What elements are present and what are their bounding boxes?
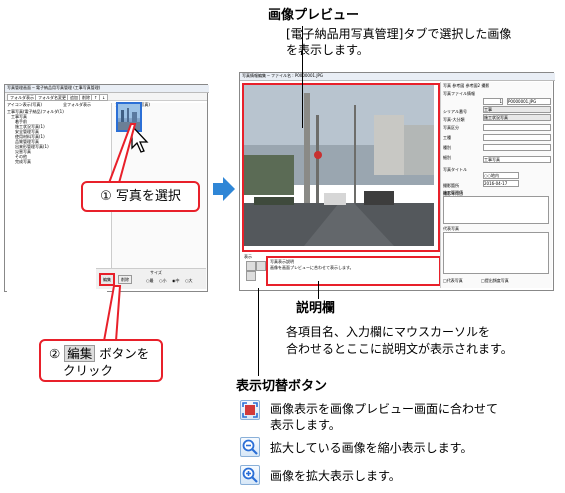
extra-textarea[interactable] [443, 232, 549, 274]
form-section-label: 写真ファイル情報 [443, 91, 475, 96]
date-field[interactable]: 2016-04-17 [483, 180, 519, 187]
step-number: ① [100, 189, 112, 204]
callout-select-photo: ① 写真を選択 [81, 181, 200, 212]
description-title: 写真表示説明 [270, 259, 294, 264]
tab-reference-2[interactable]: 参考図2 [466, 83, 481, 88]
view-toggle-buttons: 表示 [244, 254, 266, 281]
edit-button-label: 編集 [64, 345, 96, 362]
tree-item[interactable]: 完成写真 [7, 159, 107, 164]
detail-field[interactable] [483, 144, 551, 151]
zoom-in-icon [240, 465, 260, 485]
description-heading: 説明欄 [296, 301, 336, 316]
photo-title-field[interactable]: 工事写真 [483, 156, 551, 163]
preview-description-line2: を表示します。 [286, 43, 369, 57]
zoom-out-text: 拡大している画像を縮小表示します。 [270, 441, 473, 455]
zoom-in-icon[interactable] [246, 271, 256, 281]
move-down-button[interactable]: ↓ [99, 94, 109, 101]
remarks-textarea[interactable] [443, 196, 549, 224]
zoom-out-icon[interactable] [256, 261, 266, 271]
kind-field[interactable] [483, 134, 551, 141]
form-tabs: 写真 参考図 参考図2 撮影 [443, 83, 489, 88]
size-label: サイズ [150, 270, 162, 275]
form-row: 撮影箇所 ○○地内 [443, 172, 551, 188]
file-name-field[interactable]: P0000001.JPG [507, 98, 551, 105]
preview-heading: 画像プレビュー [268, 8, 360, 23]
work-type-field[interactable] [483, 124, 551, 131]
location-field[interactable]: ○○地内 [483, 172, 519, 179]
size-option[interactable]: ○最 [146, 278, 154, 283]
toggle-heading: 表示切替ボタン [236, 379, 328, 394]
folder-view-tab[interactable]: フォルダ表示 [7, 94, 37, 101]
zoom-in-text: 画像を拡大表示します。 [270, 469, 401, 483]
preview-highlight [242, 83, 440, 252]
right-window: 写真情報編集 ─ ファイル名 : P0000001.JPG 表示 写真表示説明 … [239, 72, 555, 291]
size-option[interactable]: ○小 [159, 278, 167, 283]
preview-description-line1: [電子納品用写真管理]タブで選択した画像 [286, 27, 512, 41]
form-row: 細別 [443, 144, 551, 160]
fit-screen-text-line1: 画像表示を画像プレビュー画面に合わせて [270, 402, 499, 416]
form-row: 撮影年月日 2016-04-17 [443, 180, 551, 196]
representative-checkbox[interactable]: □代表写真 [443, 278, 463, 283]
view-label: 表示 [244, 254, 252, 259]
size-option[interactable]: ◉中 [172, 278, 180, 283]
tab-reference[interactable]: 参考図 [452, 83, 464, 88]
form-row: 工種 [443, 124, 551, 140]
arrow-right-icon [213, 177, 235, 201]
remarks-label: 施工管理値 [443, 190, 463, 195]
description-area: 写真表示説明 画像を画面プレビューに合わせて表示します。 [266, 256, 441, 286]
step-text: ボタンを [99, 346, 150, 361]
right-window-title: 写真情報編集 ─ ファイル名 : P0000001.JPG [240, 73, 555, 81]
tab-shooting[interactable]: 撮影 [481, 83, 489, 88]
left-toolbar: フォルダ表示 フォルダ名変更 追加 削除 ↑ ↓ [5, 93, 207, 101]
zoom-out-icon [240, 437, 260, 457]
form-row: 種別 [443, 134, 551, 150]
form-row: 写真-大分類 工事 [443, 106, 551, 122]
tab-photo[interactable]: 写真 [443, 83, 451, 88]
form-row: シリアル番号 1 P0000001.JPG [443, 98, 551, 114]
left-window-title: 写真管理画面 ─ 電子納品用写真管理 (工事写真管理) [5, 85, 209, 93]
size-option[interactable]: ○大 [185, 278, 193, 283]
step-text-line2: クリック [63, 363, 114, 378]
folder-rename-button[interactable]: フォルダ名変更 [35, 94, 69, 101]
fit-screen-icon[interactable] [246, 261, 256, 271]
description-leader-line [318, 281, 319, 299]
step-number: ② [49, 346, 61, 361]
description-body-line1: 各項目名、入力欄にマウスカーソルを [286, 325, 491, 339]
description-body-line2: 合わせるとここに説明文が表示されます。 [286, 342, 513, 356]
step-text: 写真を選択 [115, 189, 181, 204]
photo-info-form: 写真 参考図 参考図2 撮影 写真ファイル情報 シリアル番号 1 P000000… [440, 82, 552, 288]
toggle-leader-line [258, 288, 259, 376]
callout-click-edit: ② 編集 ボタンを クリック [39, 339, 163, 382]
callout-2-pointer [102, 285, 122, 342]
frequency-checkbox[interactable]: □提出頻度写真 [481, 278, 509, 283]
form-row: 写真区分 施工状況写真 [443, 114, 551, 130]
serial-number-field[interactable]: 1 [483, 98, 503, 105]
fit-screen-text-line2: 表示します。 [270, 418, 341, 432]
preview-leader-line [302, 26, 303, 128]
category-field[interactable]: 工事 [483, 106, 551, 113]
subtab-icon-view[interactable]: アイコン表示(写真) [7, 102, 42, 107]
form-row: 写真タイトル 工事写真 [443, 156, 551, 172]
callout-1-pointer [107, 123, 137, 184]
fit-screen-icon [240, 400, 260, 420]
photo-section-field[interactable]: 施工状況写真 [483, 114, 551, 121]
subtab-all-folders[interactable]: 全フォルダ表示 [63, 102, 91, 107]
description-text: 画像を画面プレビューに合わせて表示します。 [270, 265, 354, 270]
extra-label: 代表写真 [443, 226, 459, 231]
